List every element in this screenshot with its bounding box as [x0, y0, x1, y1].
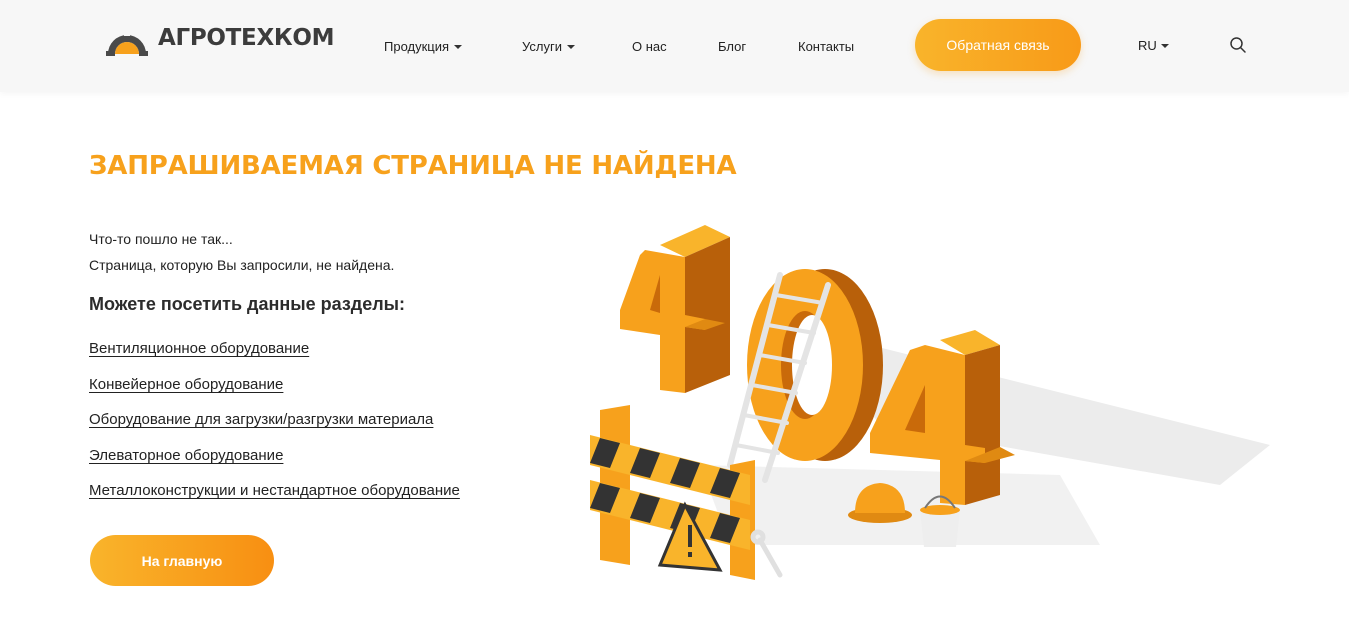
- nav-item-label: Блог: [718, 38, 747, 54]
- nav-item-products[interactable]: Продукция: [384, 38, 463, 54]
- error-message-line-2: Страница, которую Вы запросили, не найде…: [89, 257, 395, 273]
- nav-item-label: Контакты: [798, 38, 855, 54]
- chevron-down-icon: [1160, 44, 1169, 48]
- link-loading[interactable]: Оборудование для загрузки/разгрузки мате…: [89, 411, 433, 428]
- search-icon[interactable]: [1229, 36, 1247, 54]
- nav-item-label: Продукция: [384, 38, 450, 54]
- home-button[interactable]: На главную: [90, 535, 274, 586]
- language-selector[interactable]: RU: [1138, 38, 1169, 53]
- chevron-down-icon: [454, 44, 463, 49]
- nav-item-label: О нас: [632, 38, 667, 54]
- link-ventilation[interactable]: Вентиляционное оборудование: [89, 340, 309, 357]
- nav-item-label: Услуги: [522, 38, 562, 54]
- link-metal-structures[interactable]: Металлоконструкции и нестандартное обору…: [89, 482, 460, 499]
- digit-0: [747, 269, 883, 461]
- digit-4-left: [620, 225, 730, 393]
- feedback-button[interactable]: Обратная связь: [915, 19, 1081, 71]
- nav-item-about[interactable]: О нас: [632, 39, 667, 54]
- error-message-line-1: Что-то пошло не так...: [89, 231, 233, 247]
- illustration-404: [590, 225, 1270, 580]
- nav-item-services[interactable]: Услуги: [522, 39, 575, 54]
- sections-heading: Можете посетить данные разделы:: [89, 294, 406, 314]
- site-header: АГРОТЕХКОМ Продукция Услуги О нас Блог К…: [0, 0, 1349, 92]
- chevron-down-icon: [566, 44, 575, 49]
- nav-item-blog[interactable]: Блог: [718, 39, 746, 54]
- link-conveyor[interactable]: Конвейерное оборудование: [89, 376, 283, 393]
- link-elevator[interactable]: Элеваторное оборудование: [89, 447, 283, 464]
- construction-barrier: [590, 405, 755, 580]
- page-title: ЗАПРАШИВАЕМАЯ СТРАНИЦА НЕ НАЙДЕНА: [89, 151, 737, 181]
- nav-item-contacts[interactable]: Контакты: [798, 39, 854, 54]
- logo-icon: [106, 28, 148, 56]
- logo[interactable]: АГРОТЕХКОМ: [104, 20, 335, 56]
- language-label: RU: [1138, 38, 1157, 53]
- logo-text: АГРОТЕХКОМ: [158, 25, 335, 51]
